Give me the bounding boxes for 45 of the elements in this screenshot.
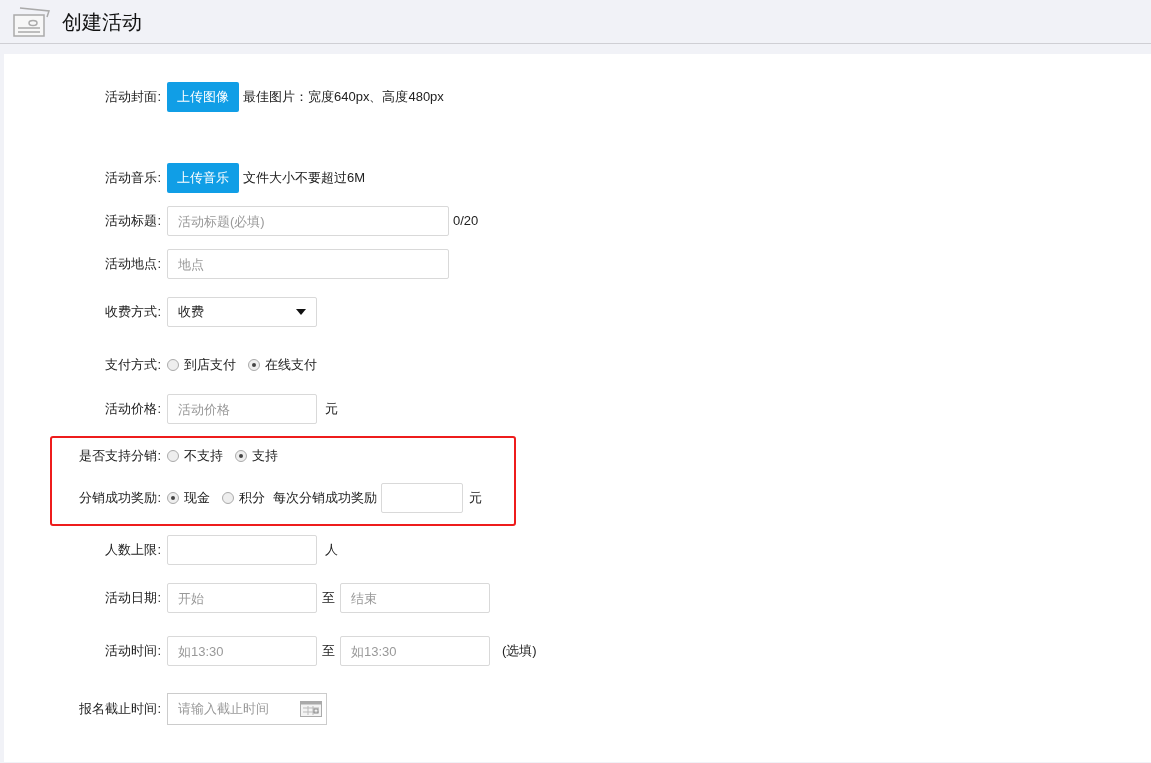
suffix-text: 元 [469, 489, 482, 508]
field-label: 活动时间: [104, 642, 162, 661]
hint-text: 最佳图片：宽度640px、高度480px [243, 88, 444, 107]
date-input[interactable]: 请输入截止时间 [178, 699, 296, 719]
field-label: 支付方式: [104, 356, 162, 375]
select-dropdown[interactable]: 收费 [167, 297, 317, 327]
radio-option[interactable]: 不支持 [167, 446, 223, 466]
separator-text: 至 [322, 642, 335, 661]
input-field[interactable]: 地点 [167, 249, 449, 279]
field-label: 分销成功奖励: [78, 489, 162, 508]
calendar-icon[interactable] [300, 701, 322, 717]
radio-option[interactable]: 支持 [235, 446, 278, 466]
field-label: 报名截止时间: [78, 700, 162, 719]
radio-option[interactable]: 到店支付 [167, 355, 236, 375]
suffix-text: 人 [325, 541, 338, 560]
radio-option[interactable]: 积分 [222, 488, 265, 508]
field-label: 活动音乐: [104, 169, 162, 188]
input-field[interactable]: 活动标题(必填) [167, 206, 449, 236]
input-field[interactable]: 活动价格 [167, 394, 317, 424]
radio-option[interactable]: 在线支付 [248, 355, 317, 375]
field-label: 活动标题: [104, 212, 162, 231]
radio-option[interactable]: 现金 [167, 488, 210, 508]
page-title: 创建活动 [62, 9, 142, 35]
field-label: 收费方式: [104, 303, 162, 322]
field-label: 人数上限: [104, 541, 162, 560]
suffix-text: 元 [325, 400, 338, 419]
input-field[interactable]: 开始 [167, 583, 317, 613]
field-label: 活动封面: [104, 88, 162, 107]
card-icon [12, 5, 50, 38]
caret-icon [296, 309, 306, 315]
field-label: 活动价格: [104, 400, 162, 419]
field-label: 活动地点: [104, 255, 162, 274]
field-label: 是否支持分销: [78, 447, 162, 466]
hint-text: (选填) [502, 642, 537, 661]
field-label: 活动日期: [104, 589, 162, 608]
field-label: 每次分销成功奖励 [273, 489, 377, 508]
input-field[interactable]: 如13:30 [167, 636, 317, 666]
hint-text: 文件大小不要超过6M [243, 169, 366, 188]
suffix-text: 0/20 [453, 212, 479, 231]
separator-text: 至 [322, 589, 335, 608]
input-field[interactable] [167, 535, 317, 565]
input-field[interactable]: 结束 [340, 583, 490, 613]
date-field[interactable]: 请输入截止时间 [167, 693, 327, 725]
input-field[interactable]: 如13:30 [340, 636, 490, 666]
input-field[interactable] [381, 483, 463, 513]
